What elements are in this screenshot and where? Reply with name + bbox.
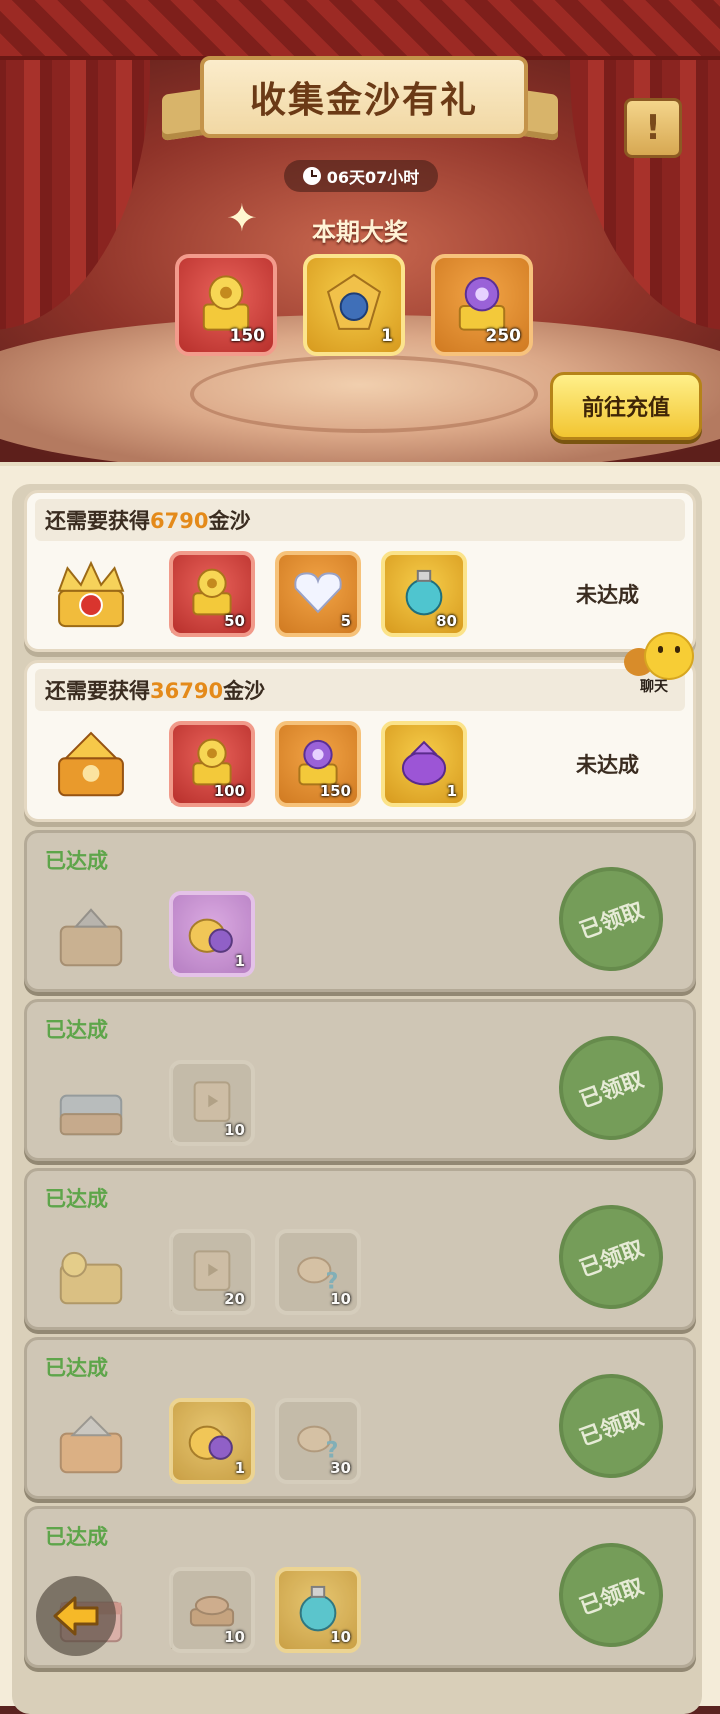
claimed-stamp: 已领取: [544, 1528, 678, 1662]
claimed-stamp: 已领取: [544, 1359, 678, 1493]
tier-card-pending[interactable]: 还需要获得6790金沙未达成 50 5 80: [24, 490, 696, 652]
reward-qty: 80: [436, 612, 457, 630]
reward-qty: 1: [234, 952, 245, 970]
reward-qty: 10: [330, 1628, 351, 1646]
tier-achieved-label: 已达成: [45, 1187, 108, 1211]
reward-qty: 1: [234, 1459, 245, 1477]
reward-qty: 100: [213, 782, 245, 800]
steel-chest-icon: [49, 1062, 149, 1142]
chat-button[interactable]: 聊天: [622, 632, 700, 696]
recharge-button-label: 前往充值: [581, 396, 670, 421]
golden-chest-icon: [49, 1231, 149, 1311]
header-stage: 收集金沙有礼 ! 06天07小时 ✦ 本期大奖 150 1 250 前往充值: [0, 0, 720, 470]
page-title: 收集金沙有礼: [249, 80, 478, 121]
reward-qty: 5: [340, 612, 351, 630]
tier-requirement: 还需要获得6790金沙: [45, 505, 250, 535]
reward-item[interactable]: 5: [275, 551, 361, 637]
banner-body: 收集金沙有礼: [200, 56, 528, 138]
grand-prize-item[interactable]: 150: [175, 254, 277, 356]
grand-prize-item[interactable]: 250: [431, 254, 533, 356]
requirement-prefix: 还需要获得: [45, 509, 150, 533]
claimed-stamp: 已领取: [544, 1021, 678, 1155]
tier-status: 未达成: [576, 753, 639, 777]
chat-label: 聊天: [640, 679, 668, 695]
reward-item-list: 1 ? 30: [169, 1398, 361, 1484]
stage-floor-ring: [190, 355, 538, 433]
reward-qty: 50: [224, 612, 245, 630]
reward-item[interactable]: 150: [275, 721, 361, 807]
reward-item[interactable]: 1: [381, 721, 467, 807]
reward-item[interactable]: 80: [381, 551, 467, 637]
exclamation-icon: !: [645, 108, 661, 148]
reward-qty: 10: [330, 1290, 351, 1308]
grand-prize-count: 250: [485, 326, 522, 346]
reward-item[interactable]: 1: [169, 891, 255, 977]
reward-item[interactable]: 100: [169, 721, 255, 807]
tier-requirement: 还需要获得36790金沙: [45, 675, 265, 705]
grand-prize-item[interactable]: 1: [303, 254, 405, 356]
tier-card-claimed[interactable]: 已达成 已领取 1 ? 30: [24, 1337, 696, 1499]
reward-item[interactable]: ? 10: [275, 1229, 361, 1315]
reward-item[interactable]: 20: [169, 1229, 255, 1315]
tier-card-claimed[interactable]: 已达成 已领取 10: [24, 999, 696, 1161]
back-arrow-icon: [53, 1596, 99, 1636]
reward-qty: 10: [224, 1121, 245, 1139]
reward-item[interactable]: 10: [275, 1567, 361, 1653]
reward-item[interactable]: 50: [169, 551, 255, 637]
tier-card-claimed[interactable]: 已达成 已领取 20 ? 10: [24, 1168, 696, 1330]
back-button[interactable]: [36, 1576, 116, 1656]
title-banner: 收集金沙有礼: [162, 50, 558, 144]
grand-prize-count: 1: [381, 326, 393, 346]
reward-qty: 150: [319, 782, 351, 800]
reward-qty: 1: [446, 782, 457, 800]
wooden-chest-icon: [49, 893, 149, 973]
reward-qty: 10: [224, 1628, 245, 1646]
reward-item[interactable]: 1: [169, 1398, 255, 1484]
reward-item-list: 20 ? 10: [169, 1229, 361, 1315]
grand-prize-list: 150 1 250: [175, 254, 533, 356]
claimed-stamp: 已领取: [544, 1190, 678, 1324]
tier-achieved-label: 已达成: [45, 1018, 108, 1042]
reward-item-list: 100 150 1: [169, 721, 467, 807]
blue-dragon-pet-icon: [317, 266, 391, 344]
reward-item-list: 10: [169, 1060, 255, 1146]
requirement-prefix: 还需要获得: [45, 679, 150, 703]
claimed-stamp: 已领取: [544, 852, 678, 986]
reward-item-list: 1: [169, 891, 255, 977]
requirement-suffix: 金沙: [208, 509, 251, 533]
requirement-amount: 36790: [150, 679, 224, 703]
chat-face-icon: [644, 632, 694, 680]
requirement-amount: 6790: [150, 509, 209, 533]
tier-card-claimed[interactable]: 已达成 已领取 10 10: [24, 1506, 696, 1668]
red-gold-crown-chest-icon: [49, 553, 149, 633]
requirement-suffix: 金沙: [223, 679, 266, 703]
info-button[interactable]: !: [624, 98, 682, 158]
reward-item[interactable]: ? 30: [275, 1398, 361, 1484]
chat-face-eyes: [658, 646, 680, 653]
tier-achieved-label: 已达成: [45, 849, 108, 873]
reward-qty: 20: [224, 1290, 245, 1308]
recharge-button[interactable]: 前往充值: [550, 372, 702, 440]
timer-text: 06天07小时: [326, 168, 420, 187]
countdown-timer: 06天07小时: [284, 160, 438, 192]
reward-item[interactable]: 10: [169, 1567, 255, 1653]
reward-item-list: 10 10: [169, 1567, 361, 1653]
grand-prize-label: 本期大奖: [312, 218, 408, 246]
tier-card-pending[interactable]: 还需要获得36790金沙未达成 100 150 1: [24, 660, 696, 822]
tier-achieved-label: 已达成: [45, 1356, 108, 1380]
tier-card-claimed[interactable]: 已达成 已领取 1: [24, 830, 696, 992]
reward-item[interactable]: 10: [169, 1060, 255, 1146]
reward-qty: 30: [330, 1459, 351, 1477]
clock-icon: [302, 167, 321, 185]
orange-leaf-chest-icon: [49, 723, 149, 803]
grand-prize-count: 150: [229, 326, 266, 346]
tier-achieved-label: 已达成: [45, 1525, 108, 1549]
tier-status: 未达成: [576, 583, 639, 607]
silver-orange-chest-icon: [49, 1400, 149, 1480]
reward-item-list: 50 5 80: [169, 551, 467, 637]
